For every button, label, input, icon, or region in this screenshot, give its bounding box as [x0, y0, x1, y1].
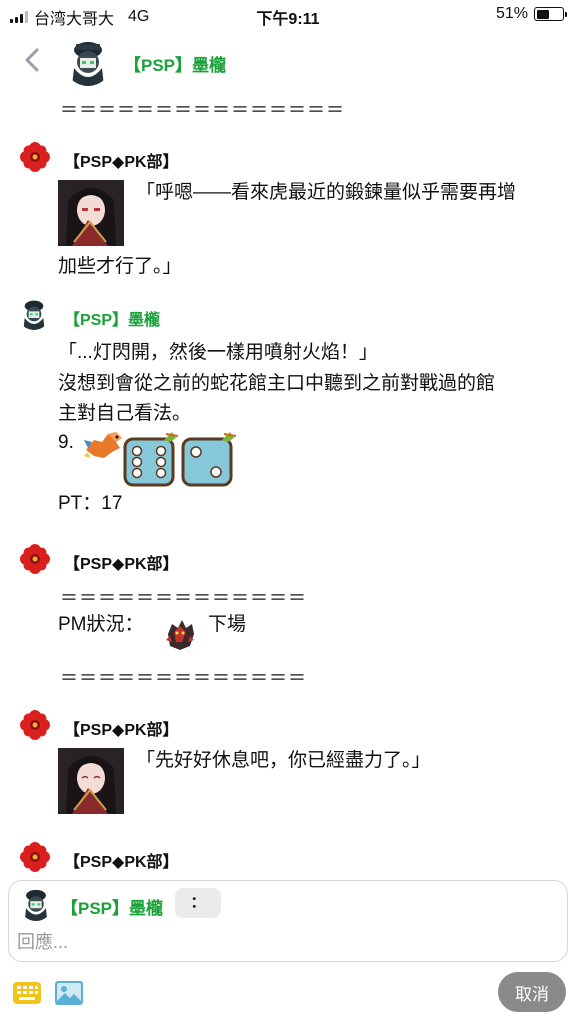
avatar[interactable] — [19, 887, 53, 921]
message-text: 加些才行了。」 — [58, 256, 182, 277]
dice-six-icon — [123, 432, 179, 487]
cancel-button[interactable]: 取消 — [498, 972, 566, 1012]
pm-status-label: PM狀況： — [58, 614, 144, 635]
charizard-sprite-icon — [84, 432, 122, 458]
battery-status: 51% — [495, 5, 567, 23]
message-text: 主對自己看法。 — [58, 403, 192, 424]
flower-icon[interactable] — [20, 842, 50, 872]
message-text: 「呼嗯——看來虎最近的鍛鍊量似乎需要再增 — [136, 182, 517, 203]
roll-label: 9. — [58, 432, 74, 453]
message-text: 「...灯閃開，然後一樣用噴射火焰！」 — [58, 342, 378, 363]
battery-icon — [534, 7, 567, 21]
username[interactable]: 【PSP】墨櫳 — [64, 306, 160, 330]
avatar[interactable] — [18, 298, 50, 330]
keyboard-icon[interactable] — [12, 980, 42, 1006]
separator-top: ＝＝＝＝＝＝＝＝＝＝＝＝＝＝＝ — [60, 100, 345, 120]
username[interactable]: 【PSP◆PK部】 — [64, 550, 179, 574]
flower-icon[interactable] — [20, 544, 50, 574]
separator-bottom: ＝＝＝＝＝＝＝＝＝＝＝＝＝ — [60, 668, 307, 688]
message-text: 沒想到會從之前的蛇花館主口中聽到之前對戰過的館 — [58, 373, 496, 394]
avatar[interactable] — [64, 38, 112, 86]
status-bar: 台湾大哥大 4G 下午9:11 51% — [0, 0, 576, 30]
pm-status-value: 下場 — [208, 614, 247, 635]
message-text: 「先好好休息吧，你已經盡力了。」 — [136, 750, 431, 771]
thread-title[interactable]: 【PSP】墨櫳 — [124, 51, 226, 76]
dice-two-icon — [181, 432, 237, 487]
username[interactable]: 【PSP◆PK部】 — [64, 848, 179, 872]
flower-icon[interactable] — [20, 142, 50, 172]
colon-button[interactable]: ： — [175, 888, 221, 918]
pt-value: PT：17 — [58, 493, 123, 514]
username[interactable]: 【PSP◆PK部】 — [64, 716, 179, 740]
username[interactable]: 【PSP◆PK部】 — [64, 148, 179, 172]
clock: 下午9:11 — [256, 11, 320, 28]
reply-composer: 【PSP】墨櫳 ： — [8, 880, 568, 962]
reply-input[interactable] — [17, 927, 557, 957]
chevron-left-icon[interactable] — [18, 42, 48, 78]
character-portrait — [58, 180, 124, 246]
separator-mid: ＝＝＝＝＝＝＝＝＝＝＝＝＝ — [60, 588, 307, 608]
composer-name[interactable]: 【PSP】墨櫳 — [61, 894, 163, 919]
image-icon[interactable] — [54, 980, 84, 1006]
thread-header: 【PSP】墨櫳 — [0, 36, 576, 86]
flower-icon[interactable] — [20, 710, 50, 740]
pokemon-sprite-icon — [166, 620, 194, 650]
character-portrait — [58, 748, 124, 814]
battery-percent: 51% — [495, 5, 528, 22]
